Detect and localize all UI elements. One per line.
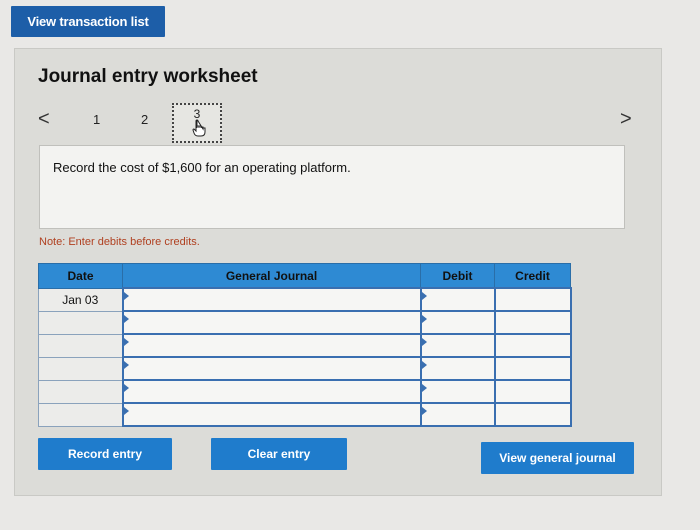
row-marker-icon (123, 407, 129, 415)
table-row (38, 310, 572, 335)
account-input[interactable] (121, 356, 422, 381)
debit-input[interactable] (419, 333, 496, 358)
table-row: Jan 03 (38, 287, 572, 312)
credit-input[interactable] (493, 333, 572, 358)
credit-input[interactable] (493, 287, 572, 312)
header-date: Date (38, 263, 123, 289)
account-input[interactable] (121, 402, 422, 427)
row-marker-icon (421, 407, 427, 415)
clear-entry-button[interactable]: Clear entry (211, 438, 347, 470)
row-marker-icon (123, 361, 129, 369)
debit-input[interactable] (419, 356, 496, 381)
worksheet-title: Journal entry worksheet (38, 66, 258, 87)
debit-input[interactable] (419, 310, 496, 335)
instruction-box: Record the cost of $1,600 for an operati… (39, 145, 625, 229)
date-cell[interactable] (38, 310, 123, 335)
record-entry-button[interactable]: Record entry (38, 438, 172, 470)
debit-input[interactable] (419, 287, 496, 312)
view-general-journal-button[interactable]: View general journal (481, 442, 634, 474)
credit-input[interactable] (493, 356, 572, 381)
row-marker-icon (421, 315, 427, 323)
account-input[interactable] (121, 379, 422, 404)
date-cell[interactable]: Jan 03 (38, 287, 123, 312)
credit-input[interactable] (493, 379, 572, 404)
table-row (38, 333, 572, 358)
row-marker-icon (421, 292, 427, 300)
view-transaction-list-button[interactable]: View transaction list (11, 6, 165, 37)
journal-header-row: Date General Journal Debit Credit (38, 263, 571, 289)
prev-step-button[interactable]: < (38, 108, 50, 131)
next-step-button[interactable]: > (620, 108, 632, 131)
account-input[interactable] (121, 333, 422, 358)
row-marker-icon (421, 338, 427, 346)
hand-pointer-icon (192, 119, 206, 137)
header-credit: Credit (494, 263, 571, 289)
note-text: Note: Enter debits before credits. (39, 236, 200, 248)
date-cell[interactable] (38, 402, 123, 427)
header-debit: Debit (420, 263, 495, 289)
instruction-text: Record the cost of $1,600 for an operati… (53, 160, 351, 175)
date-cell[interactable] (38, 379, 123, 404)
table-row (38, 379, 572, 404)
credit-input[interactable] (493, 402, 572, 427)
step-3-tab[interactable]: 3 (172, 103, 222, 143)
step-1-tab[interactable]: 1 (93, 112, 100, 127)
journal-table: Date General Journal Debit Credit Jan 03 (38, 263, 572, 427)
table-row (38, 356, 572, 381)
account-input[interactable] (121, 310, 422, 335)
debit-input[interactable] (419, 402, 496, 427)
row-marker-icon (421, 384, 427, 392)
step-2-tab[interactable]: 2 (141, 112, 148, 127)
row-marker-icon (123, 384, 129, 392)
table-row (38, 402, 572, 427)
header-general-journal: General Journal (122, 263, 421, 289)
date-cell[interactable] (38, 356, 123, 381)
debit-input[interactable] (419, 379, 496, 404)
row-marker-icon (421, 361, 427, 369)
date-cell[interactable] (38, 333, 123, 358)
credit-input[interactable] (493, 310, 572, 335)
row-marker-icon (123, 292, 129, 300)
account-input[interactable] (121, 287, 422, 312)
row-marker-icon (123, 338, 129, 346)
row-marker-icon (123, 315, 129, 323)
